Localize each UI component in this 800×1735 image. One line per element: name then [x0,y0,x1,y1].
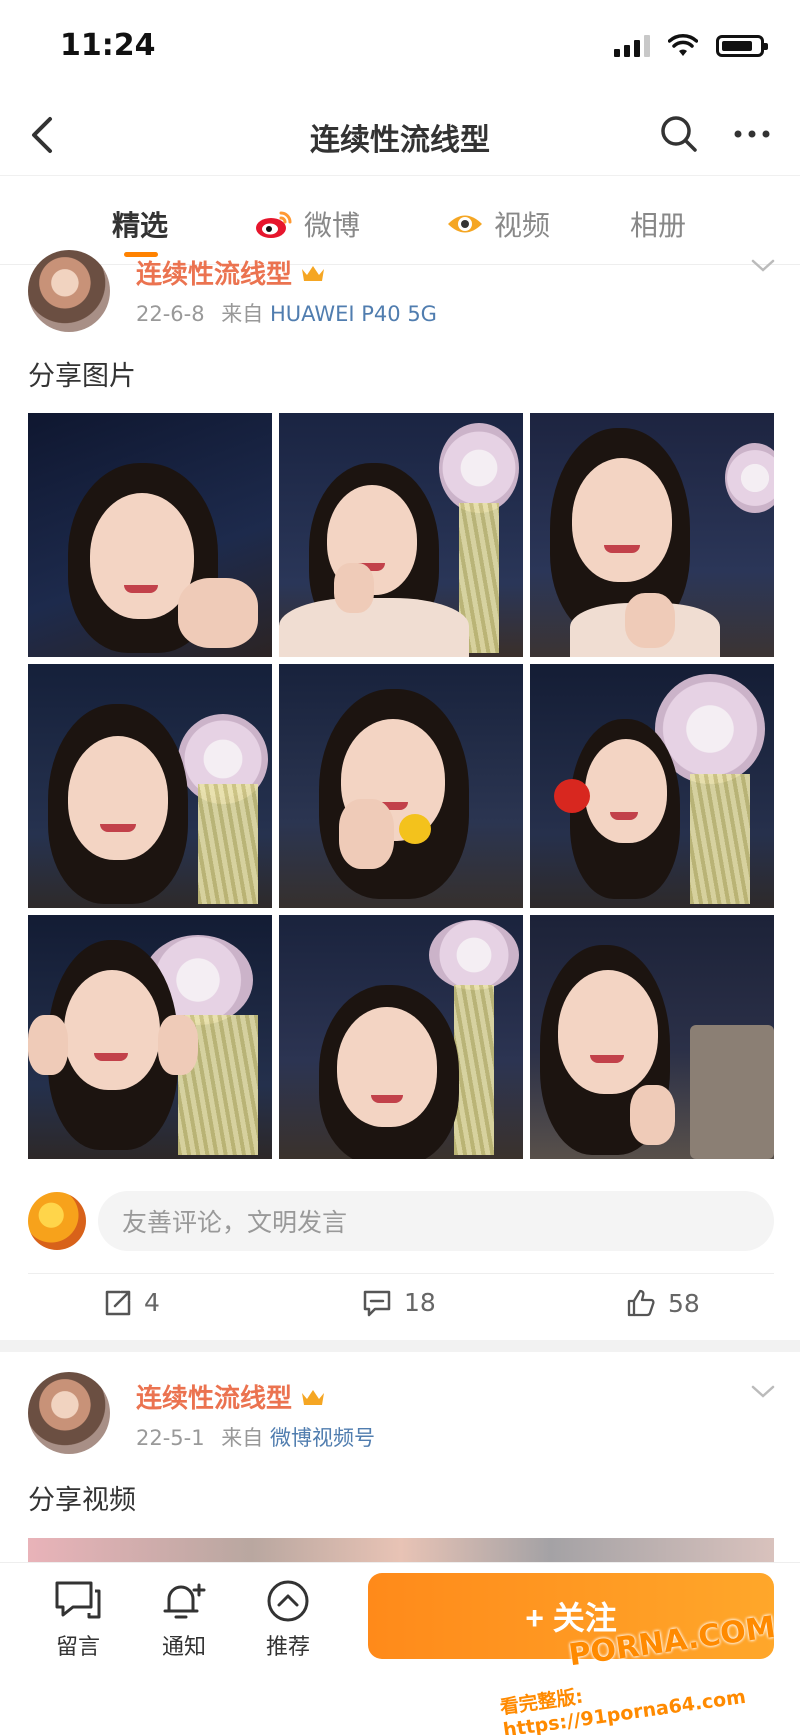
message-button[interactable]: 留言 [38,1579,118,1661]
repost-button[interactable]: 4 [104,1288,160,1317]
comment-placeholder: 友善评论，文明发言 [122,1208,348,1237]
post-meta: 22-5-1 来自 微博视频号 [136,1422,375,1452]
from-label: 来自 [221,1426,264,1450]
photo-6[interactable] [530,664,774,908]
chevron-up-circle-icon [267,1580,309,1622]
comment-button[interactable]: 18 [362,1288,436,1317]
post-source[interactable]: 微博视频号 [270,1426,375,1450]
cellular-signal-icon [614,35,650,57]
vip-crown-icon [302,265,325,281]
message-icon [55,1581,101,1619]
photo-1[interactable] [28,413,272,657]
post-text: 分享视频 [28,1485,136,1516]
avatar[interactable] [28,250,110,332]
weibo-logo-icon [256,211,292,238]
like-count: 58 [668,1288,700,1318]
like-button[interactable]: 58 [626,1288,700,1318]
post-source[interactable]: HUAWEI P40 5G [270,302,437,326]
section-gap [0,1340,800,1352]
battery-icon [716,35,768,57]
search-icon [661,116,697,152]
tab-weibo[interactable]: 微博 [254,202,360,246]
recommend-label: 推荐 [265,1635,310,1660]
post-date: 22-6-8 [136,302,205,326]
my-avatar [28,1192,86,1250]
post-author[interactable]: 连续性流线型 [136,1378,326,1415]
photo-7[interactable] [28,915,272,1159]
notify-button[interactable]: 通知 [144,1579,224,1661]
post-text: 分享图片 [28,361,136,392]
video-eye-icon [448,215,482,233]
message-label: 留言 [55,1635,100,1660]
comment-input[interactable]: 友善评论，文明发言 [98,1191,774,1251]
more-dots-icon [734,130,770,138]
search-button[interactable] [658,113,700,155]
profile-tabs: 精选 微博 视频 相册 [0,175,800,265]
vip-crown-icon [302,1389,325,1405]
photo-9[interactable] [530,915,774,1159]
tab-label: 精选 [112,209,169,242]
tab-featured[interactable]: 精选 [112,202,168,246]
post-author[interactable]: 连续性流线型 [136,254,326,291]
tab-label: 微博 [304,209,361,242]
avatar[interactable] [28,1372,110,1454]
chevron-down-icon[interactable] [750,258,776,274]
thumbs-up-icon [627,1289,655,1317]
chevron-down-icon[interactable] [750,1384,776,1400]
username: 连续性流线型 [136,260,293,290]
wifi-icon [668,34,698,56]
repost-icon [105,1290,131,1315]
post-meta: 22-6-8 来自 HUAWEI P40 5G [136,298,437,328]
photo-4[interactable] [28,664,272,908]
tab-video[interactable]: 视频 [446,202,550,246]
repost-count: 4 [144,1288,160,1317]
photo-5[interactable] [279,664,523,908]
status-bar: 11:24 [0,0,800,95]
photo-3[interactable] [530,413,774,657]
notify-label: 通知 [161,1635,206,1660]
recommend-button[interactable]: 推荐 [248,1579,328,1661]
nav-bar: 连续性流线型 [0,95,800,175]
video-thumbnail[interactable] [28,1538,774,1562]
tab-label: 视频 [494,209,551,242]
photo-grid [28,413,774,1161]
tab-album[interactable]: 相册 [630,202,686,246]
from-label: 来自 [221,302,264,326]
bell-plus-icon [163,1583,206,1619]
more-button[interactable] [730,113,774,155]
status-icons [614,34,768,58]
username: 连续性流线型 [136,1384,293,1414]
tab-label: 相册 [630,209,687,242]
comment-count: 18 [404,1288,436,1317]
post-actions: 4 18 58 [0,1274,800,1340]
status-time: 11:24 [60,28,156,63]
photo-2[interactable] [279,413,523,657]
post-date: 22-5-1 [136,1426,205,1450]
comment-icon [363,1290,391,1316]
photo-8[interactable] [279,915,523,1159]
